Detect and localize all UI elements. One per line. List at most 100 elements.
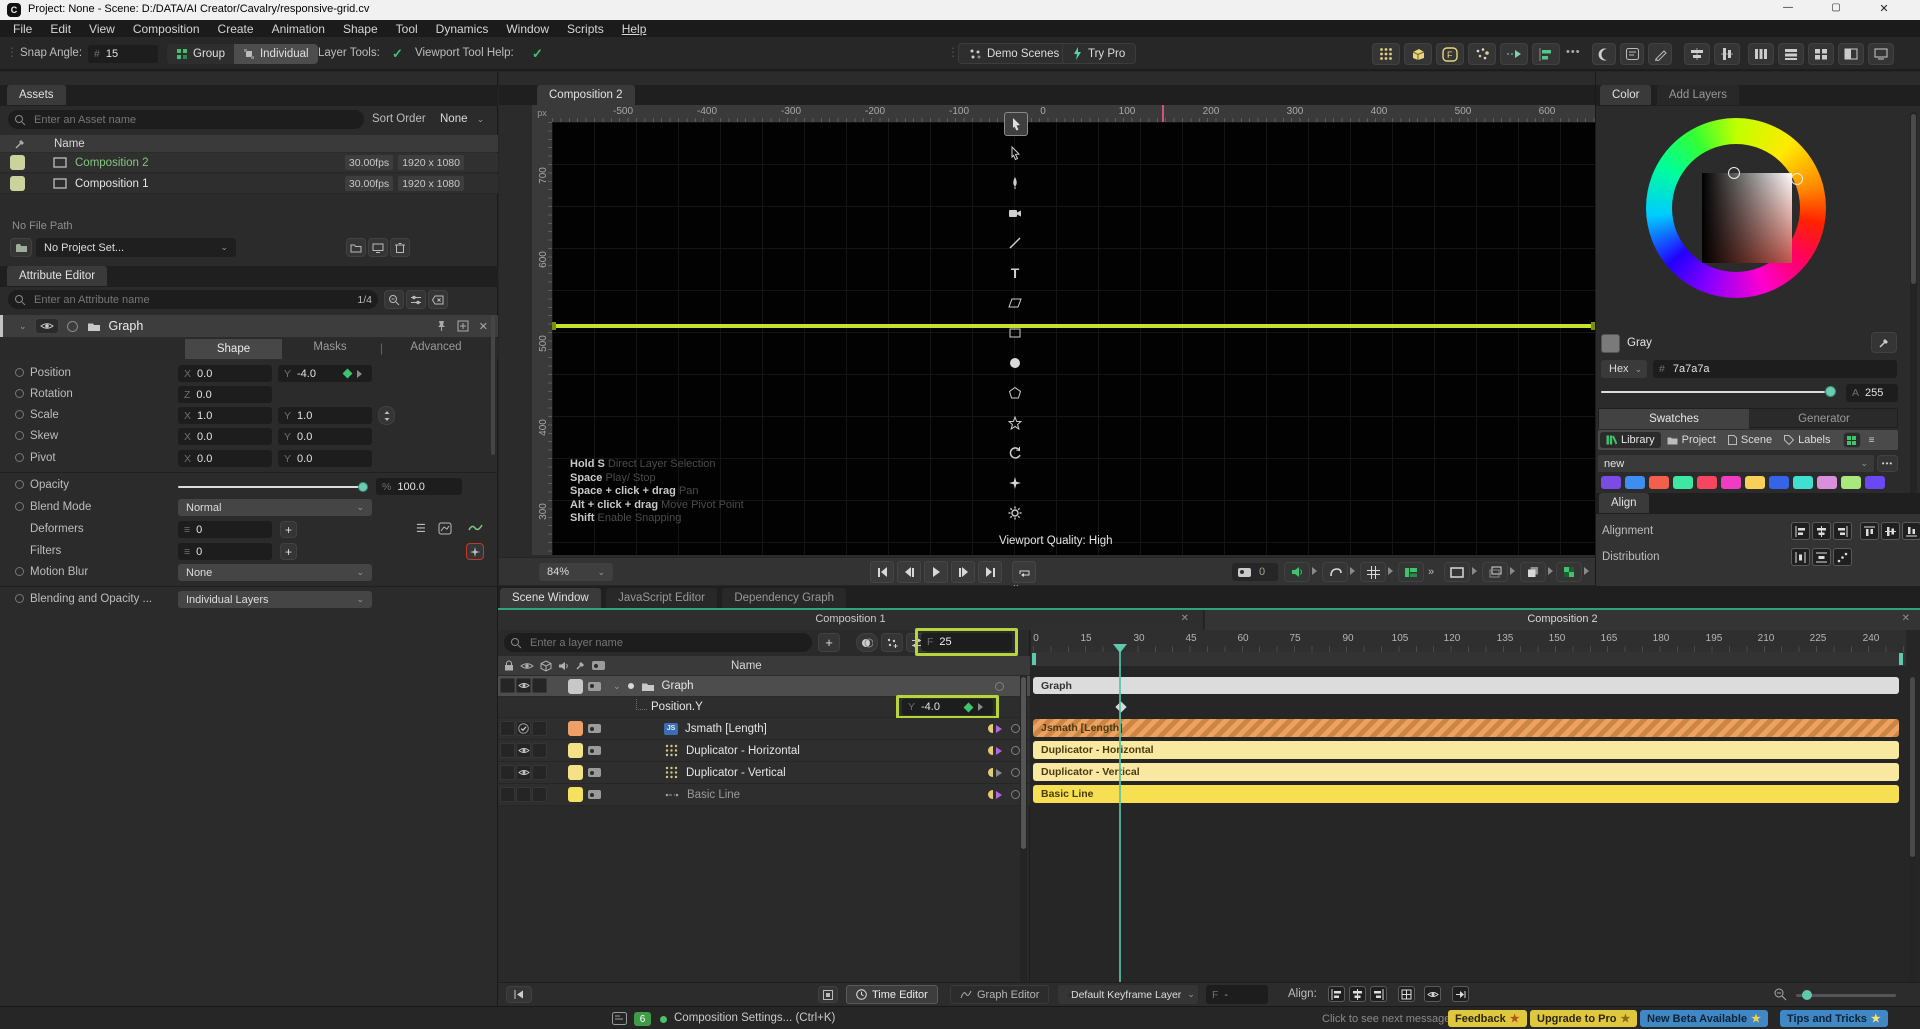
keyframe-diamond-icon[interactable] xyxy=(963,702,974,712)
layer-row-basic-line[interactable]: Basic Line xyxy=(498,784,1030,806)
scatter-add-button[interactable] xyxy=(881,633,903,652)
viewport-tool-help-check-icon[interactable]: ✓ xyxy=(532,46,543,62)
tab-add-layers[interactable]: Add Layers xyxy=(1656,85,1740,105)
frame-badge-button[interactable]: F xyxy=(1436,43,1464,65)
step-forward-button[interactable] xyxy=(951,561,975,583)
scatter-button[interactable] xyxy=(1468,43,1496,65)
distribute-v-button[interactable] xyxy=(1812,548,1831,566)
pen-tool-button[interactable] xyxy=(1004,172,1026,194)
asset-color-swatch[interactable] xyxy=(10,176,25,191)
frame-view-button[interactable] xyxy=(1444,562,1470,582)
select-tool-button[interactable] xyxy=(1004,112,1028,136)
distribute-spacing-button[interactable] xyxy=(1833,548,1852,566)
go-to-end-button[interactable] xyxy=(978,561,1002,583)
timeline-zoom-handle[interactable] xyxy=(1802,990,1812,1000)
grid-expand-icon[interactable] xyxy=(1388,567,1397,575)
align-keys-right-button[interactable] xyxy=(1370,986,1387,1002)
layer-row-jsmath[interactable]: JS Jsmath [Length] xyxy=(498,718,1030,740)
audio-marker-field[interactable]: 0 xyxy=(1232,563,1278,581)
align-right-button[interactable] xyxy=(1833,522,1852,540)
check-circle-icon[interactable] xyxy=(518,723,529,734)
frame-expand-icon[interactable] xyxy=(1472,567,1481,575)
swatch-grid-view-button[interactable] xyxy=(1842,432,1861,448)
zoom-level-select[interactable]: 84% ⌄ xyxy=(539,563,613,581)
deformer-graph-icon[interactable] xyxy=(438,522,452,535)
menu-composition[interactable]: Composition xyxy=(124,20,209,37)
add-filter-button[interactable]: + xyxy=(280,543,297,560)
demo-scenes-button[interactable]: Demo Scenes xyxy=(958,43,1071,64)
transparency-expand-icon[interactable] xyxy=(1584,567,1593,575)
layers-expand-icon[interactable] xyxy=(1510,567,1519,575)
keyframe-circle-icon[interactable] xyxy=(995,681,1004,691)
eyedropper-icon[interactable] xyxy=(14,138,26,150)
position-x-field[interactable]: X 0.0 xyxy=(178,365,272,382)
keyframe-prev-icon[interactable] xyxy=(988,790,993,799)
timeline-header-tab[interactable]: Composition 2 ✕ xyxy=(1205,610,1920,630)
camera-tool-button[interactable] xyxy=(1004,202,1026,224)
reveal-button[interactable] xyxy=(368,238,388,257)
tag-icon[interactable] xyxy=(588,790,601,799)
color-swatch[interactable] xyxy=(1697,476,1717,489)
alpha-field[interactable]: A 255 xyxy=(1846,384,1898,402)
horizontal-ruler[interactable]: -500 -400 -300 -200 -100 0 100 200 300 4… xyxy=(552,105,1595,122)
snap-angle-field[interactable]: # 15 xyxy=(88,45,158,63)
source-labels-button[interactable]: Labels xyxy=(1778,432,1836,448)
source-library-button[interactable]: Library xyxy=(1600,432,1661,448)
menu-file[interactable]: File xyxy=(4,20,41,37)
minimize-button[interactable]: — xyxy=(1765,2,1811,13)
deformer-list-icon[interactable]: ☰ xyxy=(416,522,426,535)
layer-color-swatch[interactable] xyxy=(568,787,583,802)
group-mode-button[interactable]: Group xyxy=(167,44,234,64)
maximize-button[interactable]: ▢ xyxy=(1813,2,1859,13)
align-keys-left-button[interactable] xyxy=(1328,986,1345,1002)
deformers-field[interactable]: ≡ 0 xyxy=(178,521,272,538)
tab-masks[interactable]: Masks xyxy=(282,341,378,353)
line-tool-button[interactable] xyxy=(1004,232,1026,254)
asset-row-composition-2[interactable]: Composition 2 30.00fps 1920 x 1080 xyxy=(0,153,498,173)
status-message[interactable]: Composition Settings... (Ctrl+K) xyxy=(674,1012,835,1024)
playhead-handle[interactable] xyxy=(1113,644,1127,660)
hex-field[interactable]: # xyxy=(1653,360,1897,378)
eye-icon[interactable] xyxy=(517,768,530,777)
layer-search-field[interactable] xyxy=(504,633,812,652)
deformer-wave-icon[interactable] xyxy=(468,522,484,534)
timeline-bar-duplicator-horizontal[interactable]: Duplicator - Horizontal xyxy=(1033,741,1899,759)
timeline-ruler[interactable]: 0 15 30 45 60 75 90 105 120 135 150 165 … xyxy=(1031,630,1906,652)
timeline-bar-graph[interactable]: Graph xyxy=(1033,677,1899,694)
range-handle-right[interactable] xyxy=(1899,653,1903,665)
menu-tool[interactable]: Tool xyxy=(387,20,427,37)
timeline-bar-duplicator-vertical[interactable]: Duplicator - Vertical xyxy=(1033,763,1899,781)
group-dot-icon[interactable] xyxy=(627,683,634,689)
project-select[interactable]: No Project Set... ⌄ xyxy=(36,238,236,257)
tag-icon[interactable] xyxy=(588,746,601,755)
time-editor-button[interactable]: Time Editor xyxy=(846,985,938,1004)
align-center-h-button[interactable] xyxy=(1812,522,1831,540)
rectangle-tool-button[interactable] xyxy=(1004,322,1026,344)
pin-icon[interactable] xyxy=(436,320,447,332)
dock-icon[interactable] xyxy=(457,320,469,332)
keypad-button[interactable] xyxy=(1620,43,1644,65)
swatch-group-bar[interactable]: new ⌄ xyxy=(1598,455,1874,472)
alpha-slider-handle[interactable] xyxy=(1825,386,1836,397)
color-swatch[interactable] xyxy=(1817,476,1837,489)
property-name[interactable]: Position.Y xyxy=(651,701,703,713)
opacity-slider-handle[interactable] xyxy=(358,482,368,492)
menu-edit[interactable]: Edit xyxy=(41,20,80,37)
menu-shape[interactable]: Shape xyxy=(334,20,387,37)
try-pro-button[interactable]: Try Pro xyxy=(1062,43,1137,64)
color-swatch[interactable] xyxy=(1769,476,1789,489)
tag-icon[interactable] xyxy=(588,681,601,691)
duplicate-view-button[interactable] xyxy=(1520,562,1546,582)
menu-scripts[interactable]: Scripts xyxy=(558,20,613,37)
add-deformer-button[interactable]: + xyxy=(280,521,297,538)
pivot-x-field[interactable]: X 0.0 xyxy=(178,450,272,467)
visibility-toggle[interactable] xyxy=(34,318,59,334)
opacity-slider-track[interactable] xyxy=(178,486,364,488)
scene-scrollbar[interactable] xyxy=(1020,676,1027,982)
feedback-button[interactable]: Feedback ★ xyxy=(1448,1010,1527,1027)
color-swatch[interactable] xyxy=(1841,476,1861,489)
align-top-button[interactable] xyxy=(1860,522,1879,540)
keyable-dot[interactable] xyxy=(15,567,24,576)
tab-assets[interactable]: Assets xyxy=(7,85,66,105)
layer-row-graph[interactable]: ⌄ Graph xyxy=(498,676,1030,696)
